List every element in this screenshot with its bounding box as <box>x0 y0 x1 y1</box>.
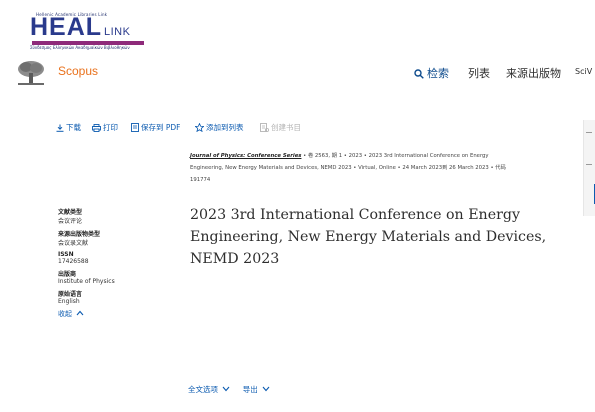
search-icon <box>414 69 424 79</box>
nav-search[interactable]: 检索 <box>414 65 449 81</box>
scopus-navbar: Scopus 检索 列表 来源出版物 SciV <box>0 52 595 92</box>
panel-marker <box>586 132 592 133</box>
doc-type-label: 文献类型 <box>58 209 83 216</box>
save-pdf-label: 保存到 PDF <box>141 123 181 132</box>
download-icon <box>56 124 64 132</box>
full-text-options-label: 全文选项 <box>188 385 218 394</box>
heal-link-logo[interactable]: Hellenic Academic Libraries Link HEAL LI… <box>14 6 144 50</box>
nav-search-label: 检索 <box>427 67 449 80</box>
full-text-options-button[interactable]: 全文选项 <box>188 385 233 394</box>
issn-value: 17426588 <box>58 258 89 265</box>
nav-lists[interactable]: 列表 <box>468 65 490 81</box>
download-button[interactable]: 下载 <box>56 122 81 133</box>
save-pdf-button[interactable]: 保存到 PDF <box>131 122 181 133</box>
create-bibliography-label: 创建书目 <box>271 123 301 132</box>
scopus-brand[interactable]: Scopus <box>58 64 98 78</box>
metadata-panel: 文献类型 会议评论 来源出版物类型 会议录文献 ISSN 17426588 出版… <box>58 207 168 319</box>
journal-link[interactable]: Journal of Physics: Conference Series <box>190 153 301 159</box>
bibliography-icon <box>260 123 270 133</box>
chevron-up-icon <box>76 310 84 316</box>
issn-label: ISSN <box>58 251 74 258</box>
publisher-label: 出版商 <box>58 271 77 278</box>
export-label: 导出 <box>242 385 258 394</box>
create-bibliography-button[interactable]: 创建书目 <box>260 122 301 133</box>
logo-sub-text: Σύνδεσμος Ελληνικών Ακαδημαϊκών Βιβλιοθη… <box>30 45 130 50</box>
collapse-button[interactable]: 收起 <box>58 309 168 319</box>
publisher-value: Institute of Physics <box>58 278 115 285</box>
panel-marker <box>586 164 592 165</box>
right-side-panel <box>583 120 595 216</box>
logo-link-text: LINK <box>104 26 131 38</box>
export-button[interactable]: 导出 <box>243 385 270 394</box>
star-icon <box>194 122 205 133</box>
nav-scival[interactable]: SciV <box>575 67 592 76</box>
top-banner: Hellenic Academic Libraries Link HEAL LI… <box>0 0 595 50</box>
collapse-label: 收起 <box>58 310 72 318</box>
document-title: 2023 3rd International Conference on Ene… <box>190 207 547 267</box>
chevron-down-icon <box>222 386 230 392</box>
language-value: English <box>58 298 80 305</box>
language-label: 原始语言 <box>58 291 83 298</box>
print-icon <box>92 124 101 132</box>
add-to-list-label: 添加到列表 <box>206 123 244 132</box>
source-info: Journal of Physics: Conference Series • … <box>190 150 580 186</box>
nav-sources[interactable]: 来源出版物 <box>506 65 561 81</box>
pdf-icon <box>131 123 139 132</box>
source-line3: 191774 <box>190 177 211 183</box>
source-line1-rest: • 卷 2563, 期 1 • 2023 • 2023 3rd Internat… <box>301 153 489 159</box>
source-type-label: 来源出版物类型 <box>58 231 101 238</box>
source-type-value: 会议录文献 <box>58 240 89 247</box>
print-button[interactable]: 打印 <box>92 122 118 133</box>
logo-heal-text: HEAL <box>30 13 103 41</box>
source-line2: Engineering, New Energy Materials and De… <box>190 165 506 171</box>
download-label: 下载 <box>66 123 81 132</box>
print-label: 打印 <box>103 123 118 132</box>
doc-type-value: 会议评论 <box>58 218 83 225</box>
chevron-down-icon <box>262 386 270 392</box>
bottom-actions: 全文选项 导出 <box>188 384 270 395</box>
elsevier-tree-icon[interactable] <box>14 59 48 87</box>
add-to-list-button[interactable]: 添加到列表 <box>194 122 244 133</box>
